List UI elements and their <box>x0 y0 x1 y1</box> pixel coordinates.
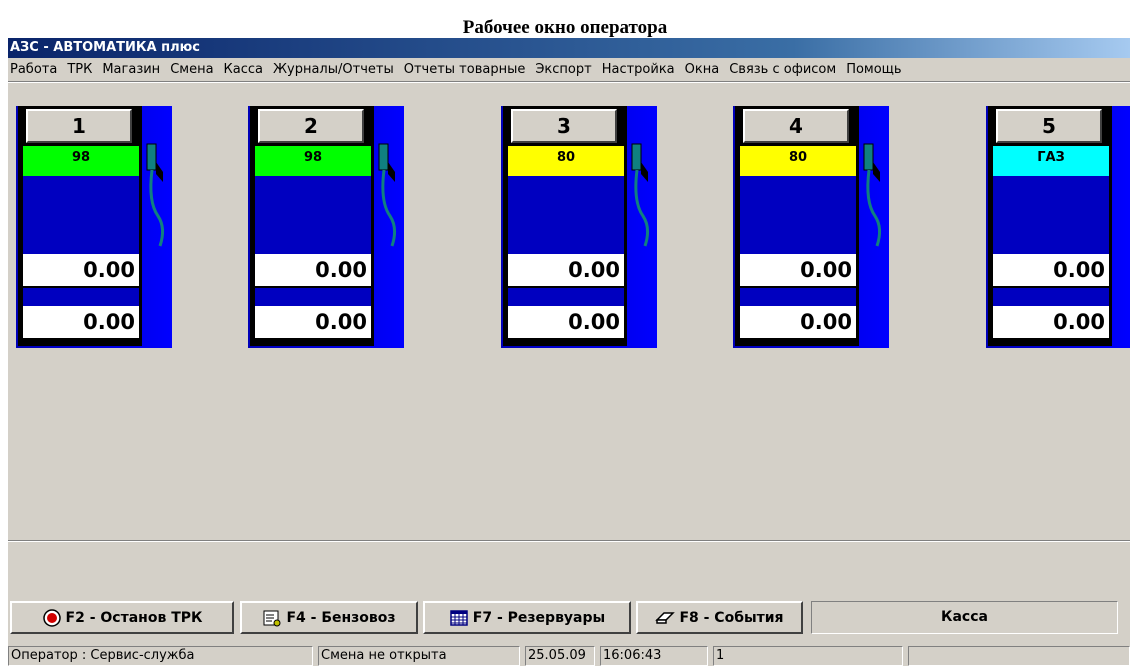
menu-settings[interactable]: Настройка <box>597 62 680 77</box>
events-label: F8 - События <box>679 609 784 626</box>
pump-body: 4 80 0.00 0.00 <box>735 106 859 346</box>
fuel-grade: 98 <box>23 146 139 176</box>
menu-journals-reports[interactable]: Журналы/Отчеты <box>268 62 399 77</box>
fuel-grade: 80 <box>508 146 624 176</box>
pump-body: 2 98 0.00 0.00 <box>250 106 374 346</box>
nozzle-icon <box>378 143 397 247</box>
fuel-grade: ГАЗ <box>993 146 1109 176</box>
status-date: 25.05.09 <box>525 646 595 666</box>
pump-stripe <box>740 288 856 306</box>
pump-body: 1 98 0.00 0.00 <box>18 106 142 346</box>
pump-1[interactable]: 1 98 0.00 0.00 <box>16 106 172 348</box>
pump-stripe <box>23 288 139 306</box>
status-bar: Оператор : Сервис-служба Смена не открыт… <box>8 644 1130 666</box>
pump-body: 5 ГАЗ 0.00 0.00 <box>988 106 1112 346</box>
pump-stripe <box>993 288 1109 306</box>
app-window: АЗС - АВТОМАТИКА плюс Работа ТРК Магазин… <box>8 38 1130 666</box>
pump-amount: 0.00 <box>740 254 856 286</box>
fuel-truck-icon <box>263 610 281 626</box>
pump-volume: 0.00 <box>740 306 856 338</box>
pump-volume: 0.00 <box>255 306 371 338</box>
menu-trk[interactable]: ТРК <box>62 62 97 77</box>
tank-grid-icon <box>450 609 468 626</box>
kassa-panel[interactable]: Касса <box>811 601 1118 634</box>
panel-divider <box>8 540 1130 542</box>
pump-number[interactable]: 2 <box>258 109 364 143</box>
pump-amount: 0.00 <box>255 254 371 286</box>
menu-work[interactable]: Работа <box>8 62 62 77</box>
menu-office-link[interactable]: Связь с офисом <box>724 62 841 77</box>
status-counter: 1 <box>713 646 903 666</box>
pump-panel <box>993 176 1109 256</box>
pump-4[interactable]: 4 80 0.00 0.00 <box>733 106 889 348</box>
pump-stripe <box>508 288 624 306</box>
nozzle-icon <box>631 143 650 247</box>
tanks-button[interactable]: F7 - Резервуары <box>423 601 631 634</box>
pump-number[interactable]: 1 <box>26 109 132 143</box>
pump-volume: 0.00 <box>23 306 139 338</box>
menu-divider <box>8 81 1130 83</box>
pump-volume: 0.00 <box>508 306 624 338</box>
menu-windows[interactable]: Окна <box>680 62 725 77</box>
window-title: АЗС - АВТОМАТИКА плюс <box>8 38 1130 58</box>
menu-goods-reports[interactable]: Отчеты товарные <box>399 62 531 77</box>
pump-number[interactable]: 4 <box>743 109 849 143</box>
page-caption: Рабочее окно оператора <box>462 17 668 38</box>
status-time: 16:06:43 <box>600 646 708 666</box>
pump-3[interactable]: 3 80 0.00 0.00 <box>501 106 657 348</box>
pump-panel <box>23 176 139 256</box>
pump-amount: 0.00 <box>23 254 139 286</box>
tanks-label: F7 - Резервуары <box>472 609 606 626</box>
pump-amount: 0.00 <box>993 254 1109 286</box>
fuel-grade: 80 <box>740 146 856 176</box>
pump-amount: 0.00 <box>508 254 624 286</box>
pump-panel <box>255 176 371 256</box>
pump-stripe <box>255 288 371 306</box>
menu-shop[interactable]: Магазин <box>97 62 165 77</box>
pump-volume: 0.00 <box>993 306 1109 338</box>
events-button[interactable]: F8 - События <box>636 601 803 634</box>
nozzle-icon <box>863 143 882 247</box>
pump-5[interactable]: 5 ГАЗ 0.00 0.00 <box>986 106 1130 348</box>
menu-export[interactable]: Экспорт <box>530 62 596 77</box>
menu-cash[interactable]: Касса <box>219 62 268 77</box>
pump-2[interactable]: 2 98 0.00 0.00 <box>248 106 404 348</box>
pump-panel <box>508 176 624 256</box>
pump-number[interactable]: 3 <box>511 109 617 143</box>
menu-help[interactable]: Помощь <box>841 62 906 77</box>
menu-shift[interactable]: Смена <box>165 62 218 77</box>
pump-body: 3 80 0.00 0.00 <box>503 106 627 346</box>
nozzle-icon <box>146 143 165 247</box>
pump-number[interactable]: 5 <box>996 109 1102 143</box>
stop-trk-button[interactable]: F2 - Останов ТРК <box>10 601 234 634</box>
status-extra <box>908 646 1130 666</box>
fuel-truck-button[interactable]: F4 - Бензовоз <box>240 601 418 634</box>
stop-trk-label: F2 - Останов ТРК <box>65 609 203 626</box>
fuel-grade: 98 <box>255 146 371 176</box>
menu-bar: Работа ТРК Магазин Смена Касса Журналы/О… <box>8 58 1130 80</box>
stop-icon <box>42 608 61 627</box>
status-shift: Смена не открыта <box>318 646 520 666</box>
status-operator: Оператор : Сервис-служба <box>8 646 313 666</box>
fuel-truck-label: F4 - Бензовоз <box>286 609 396 626</box>
pump-panel <box>740 176 856 256</box>
events-icon <box>655 611 676 624</box>
